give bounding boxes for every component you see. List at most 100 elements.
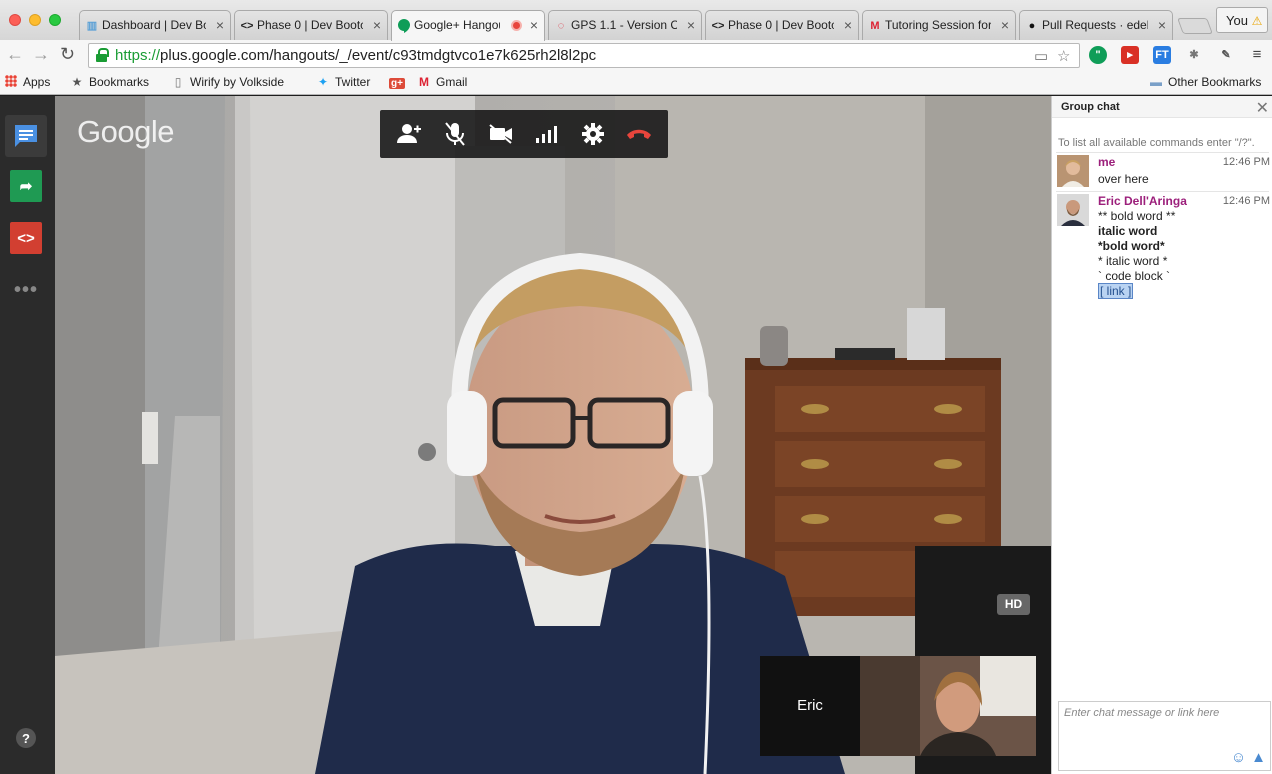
call-controls-bar: [380, 110, 668, 158]
chat-author[interactable]: Eric Dell'Aringa: [1098, 194, 1187, 208]
close-tab-icon[interactable]: ×: [844, 17, 852, 33]
avatar: [1057, 194, 1089, 226]
bookmark-wirify[interactable]: ▯ Wirify by Volkside: [171, 75, 284, 89]
address-bar[interactable]: https://plus.google.com/hangouts/_/event…: [88, 43, 1080, 68]
tab-dashboard[interactable]: ▥ Dashboard | Dev Boo ×: [79, 10, 231, 40]
google-logo: Google: [77, 114, 174, 149]
recording-indicator-icon: [511, 20, 522, 31]
bookmark-label: Wirify by Volkside: [190, 75, 285, 89]
bookmark-apps[interactable]: Apps: [5, 75, 50, 89]
close-tab-icon[interactable]: ×: [530, 17, 538, 33]
chat-message-text: ` code block `: [1098, 269, 1171, 283]
minimize-window-button[interactable]: [29, 14, 41, 26]
github-favicon-icon: ●: [1028, 20, 1036, 32]
chat-message-text: ** bold word **: [1098, 209, 1176, 223]
bookmark-label: Bookmarks: [89, 75, 150, 89]
help-button[interactable]: ?: [16, 728, 36, 748]
bandwidth-button[interactable]: [527, 114, 567, 154]
bookmark-star-icon[interactable]: ☆: [1057, 47, 1070, 65]
chat-input-placeholder: Enter chat message or link here: [1064, 707, 1220, 719]
camera-permission-icon[interactable]: ▭: [1034, 47, 1048, 65]
chat-message-link[interactable]: [ link ]: [1098, 283, 1134, 299]
settings-button[interactable]: [573, 114, 613, 154]
chat-app-icon: [15, 125, 37, 147]
new-tab-button[interactable]: [1177, 18, 1213, 34]
avatar: [1057, 155, 1089, 187]
tab-phase-0[interactable]: <> Phase 0 | Dev Bootc ×: [234, 10, 388, 40]
tab-tutoring-session[interactable]: M Tutoring Session for ×: [862, 10, 1016, 40]
tab-title: Dashboard | Dev Boo: [102, 18, 206, 32]
tab-title: GPS 1.1 - Version Co: [571, 18, 677, 32]
tab-title: Google+ Hangout: [414, 18, 500, 32]
other-bookmarks-folder[interactable]: ▬ Other Bookmarks: [1149, 75, 1261, 89]
close-window-button[interactable]: [9, 14, 21, 26]
microphone-off-icon: [445, 122, 465, 146]
divider: [1056, 191, 1269, 192]
bookmark-twitter[interactable]: ✦ Twitter: [316, 75, 370, 89]
eyedropper-extension-icon[interactable]: ✎: [1217, 46, 1235, 64]
chat-title: Group chat: [1052, 96, 1272, 118]
close-chat-icon[interactable]: ✕: [1256, 98, 1269, 118]
hangouts-favicon-icon: [397, 19, 411, 33]
google-plus-icon: g+: [389, 78, 405, 89]
close-tab-icon[interactable]: ×: [216, 17, 224, 33]
self-view-video: [860, 656, 1036, 756]
chat-message-text: * italic word *: [1098, 254, 1168, 268]
bookmark-label: Apps: [23, 75, 51, 89]
close-tab-icon[interactable]: ×: [1158, 17, 1166, 33]
group-chat-panel: Group chat ✕ To list all available comma…: [1051, 96, 1272, 774]
drive-icon[interactable]: ▲: [1251, 749, 1266, 766]
profile-button[interactable]: You ⚠: [1216, 7, 1268, 33]
tab-title: Tutoring Session for: [885, 18, 991, 32]
rail-chat-app[interactable]: [5, 115, 47, 157]
warning-icon: ⚠: [1251, 14, 1263, 28]
menu-icon[interactable]: ≡: [1248, 46, 1266, 64]
chat-author[interactable]: me: [1098, 155, 1115, 169]
tab-gps[interactable]: ◌ GPS 1.1 - Version Co ×: [548, 10, 702, 40]
chat-message-input[interactable]: Enter chat message or link here ☺ ▲: [1058, 701, 1271, 771]
tab-phase-0-second[interactable]: <> Phase 0 | Dev Bootc ×: [705, 10, 859, 40]
browser-tab-strip: ▥ Dashboard | Dev Boo × <> Phase 0 | Dev…: [0, 0, 1272, 41]
link-text[interactable]: [ link ]: [1098, 283, 1134, 299]
bug-extension-icon[interactable]: ✱: [1185, 46, 1203, 64]
back-arrow-icon[interactable]: ←: [6, 44, 24, 64]
rail-more-apps[interactable]: •••: [10, 274, 42, 306]
chart-favicon-icon: ▥: [86, 20, 98, 32]
tab-title: Phase 0 | Dev Bootc: [257, 18, 363, 32]
forward-arrow-icon[interactable]: →: [32, 44, 50, 64]
apps-grid-icon: [5, 75, 17, 87]
chat-message-text: italic word: [1098, 224, 1158, 238]
bookmark-gmail[interactable]: M Gmail: [417, 75, 467, 89]
camera-off-button[interactable]: [481, 114, 521, 154]
bookmark-bookmarks[interactable]: ★ Bookmarks: [70, 75, 149, 89]
zoom-window-button[interactable]: [49, 14, 61, 26]
tab-google-hangout[interactable]: Google+ Hangout ×: [391, 10, 545, 41]
rail-screenshare-app[interactable]: ➦: [10, 170, 42, 202]
hang-up-button[interactable]: [619, 114, 659, 154]
self-view-thumbnail[interactable]: [860, 656, 1036, 756]
bookmark-label: Twitter: [335, 75, 371, 89]
hangouts-extension-icon[interactable]: ": [1089, 46, 1107, 64]
tab-title: Pull Requests · edell: [1042, 18, 1148, 32]
hd-quality-badge[interactable]: HD: [997, 594, 1030, 615]
video-extension-icon[interactable]: ▸: [1121, 46, 1139, 64]
invite-people-button[interactable]: [389, 114, 429, 154]
bookmark-google-plus[interactable]: g+: [389, 75, 410, 89]
rail-code-app[interactable]: <>: [10, 222, 42, 254]
profile-label: You: [1226, 13, 1248, 28]
participant-name-eric[interactable]: Eric: [760, 656, 860, 756]
close-tab-icon[interactable]: ×: [687, 17, 695, 33]
divider: [1056, 152, 1269, 153]
chat-message-text: *bold word*: [1098, 239, 1165, 253]
mute-microphone-button[interactable]: [435, 114, 475, 154]
reload-icon[interactable]: ↻: [60, 44, 75, 64]
close-tab-icon[interactable]: ×: [1001, 17, 1009, 33]
chat-message-text: over here: [1098, 172, 1149, 186]
close-tab-icon[interactable]: ×: [373, 17, 381, 33]
emoji-icon[interactable]: ☺: [1231, 749, 1246, 766]
ft-extension-icon[interactable]: FT: [1153, 46, 1171, 64]
tab-pull-requests[interactable]: ● Pull Requests · edell ×: [1019, 10, 1173, 40]
help-icon: ?: [22, 730, 30, 746]
chat-message: Eric Dell'Aringa 12:46 PM ** bold word *…: [1057, 194, 1270, 304]
chat-timestamp: 12:46 PM: [1222, 156, 1270, 168]
